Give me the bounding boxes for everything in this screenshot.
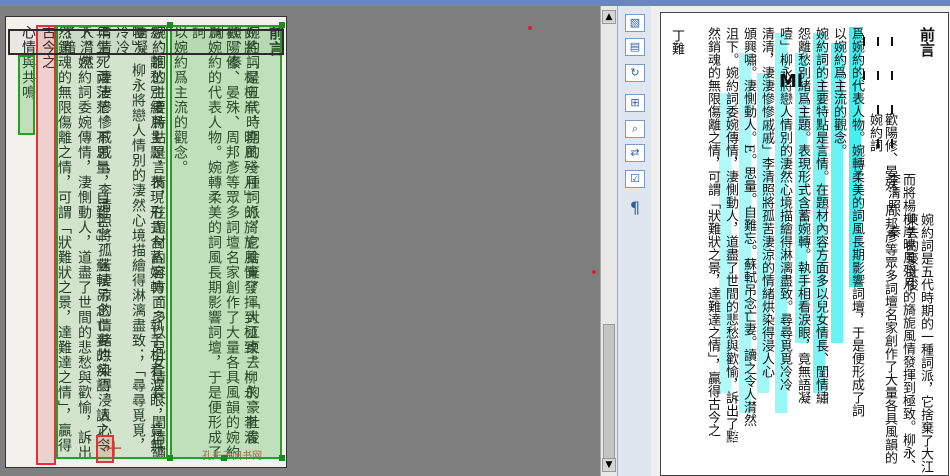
rotate-icon[interactable]: ↻ <box>625 64 645 82</box>
replace-icon[interactable]: ⇄ <box>625 144 645 162</box>
doc-line: 然銷魂的無限傷離之情，可謂「狀難狀之景，達難達之情」，贏得古今之 <box>705 27 720 437</box>
zone-handle[interactable] <box>279 22 285 28</box>
doc-line: 婉約詞的主要特點是言情。在題材內容方面多以兒女情長、閨情繡 <box>813 27 828 404</box>
text-view-pane: 前言 丁難 然銷魂的無限傷離之情，可謂「狀難狀之景，達難達之情」，贏得古今之 沮… <box>651 6 950 476</box>
zone-handle[interactable] <box>167 455 173 461</box>
doc-title: 前言 <box>918 27 936 57</box>
recognized-document[interactable]: 前言 丁難 然銷魂的無限傷離之情，可謂「狀難狀之景，達難達之情」，贏得古今之 沮… <box>660 12 949 476</box>
scrollbar-thumb[interactable] <box>603 324 615 464</box>
zone-handle[interactable] <box>167 22 173 28</box>
page-number-zone[interactable] <box>96 435 114 463</box>
doc-line: 頒興嘯。淒惻動人。E。思量。自難忘。蘇軾吊念亡妻。讀之令人潸然 <box>741 27 756 427</box>
ocr-icon[interactable]: ⊞ <box>625 94 645 112</box>
dash-mark <box>877 37 879 46</box>
dash-mark <box>891 71 893 80</box>
image-icon[interactable]: ▧ <box>625 14 645 32</box>
scroll-down-button[interactable]: ▼ <box>602 458 616 472</box>
zone-handle[interactable] <box>221 455 227 461</box>
scanned-page[interactable]: 前言 婉約詞是五代時期的一種詞派，它捨棄了「大江東去」的豪壯俊 而將「楊柳岸，曉… <box>5 16 287 468</box>
scroll-up-button[interactable]: ▲ <box>602 10 616 24</box>
doc-line: 沮下。婉約詞委婉傳情，淒惻動人，道盡了世間的悲愁與歡愉，訴出了黯 <box>723 27 738 443</box>
garbled-text: Ml <box>779 71 804 92</box>
marker-dot <box>592 270 596 274</box>
paragraph-icon[interactable]: ¶ <box>625 200 645 218</box>
zone-handle[interactable] <box>279 455 285 461</box>
title-zone[interactable] <box>8 29 284 55</box>
text-editor-toolbar: ▧ ▤ ↻ ⊞ ⌕ ⇄ ☑ ¶ <box>617 6 651 476</box>
text-block-icon[interactable]: ▤ <box>625 38 645 56</box>
find-icon[interactable]: ⌕ <box>625 120 645 138</box>
check-icon[interactable]: ☑ <box>625 170 645 188</box>
dash-mark <box>877 71 879 80</box>
doc-line: 丁難 <box>669 29 684 55</box>
image-vertical-scrollbar[interactable]: ▲ ▼ <box>600 6 617 476</box>
text-zone-main[interactable] <box>170 25 282 459</box>
marker-dot <box>528 26 532 30</box>
doc-line: 爲婉約的代表人物。婉轉柔美的詞風長期影響詞壇，于是便形成了詞 <box>849 27 864 417</box>
image-view-pane[interactable]: 前言 婉約詞是五代時期的一種詞派，它捨棄了「大江東去」的豪壯俊 而將「楊柳岸，曉… <box>0 6 600 476</box>
text-zone-small[interactable] <box>18 55 35 135</box>
dash-mark <box>891 37 893 46</box>
doc-line: 清清，淒淒慘慘戚戚」李清照將孤苦淒涼的情緒烘染得浸人心 <box>759 27 774 378</box>
zhihu-watermark: 知乎 @ifo2003 <box>732 430 889 455</box>
doc-line: 以婉約爲主流的觀念。 <box>831 27 846 157</box>
text-zone-red[interactable] <box>36 25 56 465</box>
doc-line: 婉約詞是五代時期的一種詞派，它捨棄了大江東去的豪壯俊 <box>903 213 933 473</box>
text-zone-body[interactable] <box>56 25 168 459</box>
